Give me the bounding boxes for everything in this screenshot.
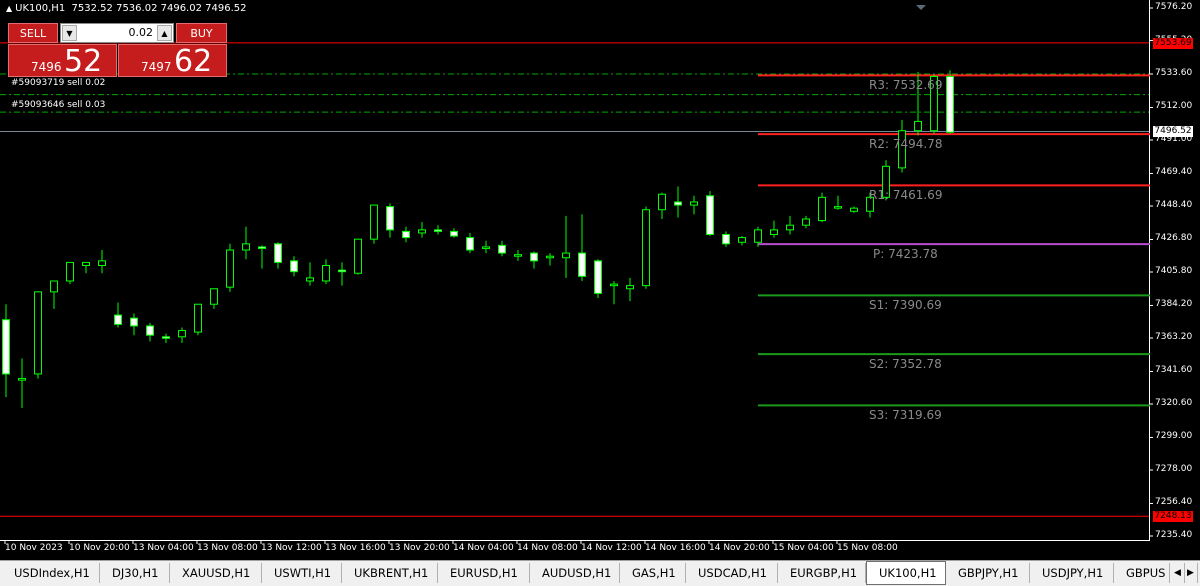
buy-price-button[interactable]: 7497 62 (118, 44, 227, 79)
order-label[interactable]: #59093646 sell 0.03 (11, 100, 105, 110)
chart-header: ▲ UK100,H1 7532.52 7536.02 7496.02 7496.5… (6, 3, 247, 14)
x-tick-label: 10 Nov 2023 (5, 543, 63, 553)
tab-eurgbp[interactable]: EURGBP,H1 (778, 563, 866, 583)
candle (818, 192, 826, 223)
sell-button[interactable]: SELL (8, 23, 58, 43)
tab-eurusd[interactable]: EURUSD,H1 (438, 563, 530, 583)
y-tick-label: 7448.40 (1155, 200, 1193, 210)
x-tick-label: 13 Nov 04:00 (133, 543, 194, 553)
y-tick-label: 7235.40 (1155, 530, 1193, 540)
lot-size-field[interactable]: ▼ 0.02 ▲ (60, 23, 174, 43)
x-tick-label: 13 Nov 16:00 (325, 543, 386, 553)
tab-usdindex[interactable]: USDIndex,H1 (2, 563, 100, 583)
y-tick-label: 7256.40 (1155, 497, 1193, 508)
tab-scroll-right-icon[interactable]: ▶ (1185, 563, 1198, 583)
tab-dj30[interactable]: DJ30,H1 (100, 563, 170, 583)
candle (34, 291, 42, 379)
y-tick-label: 7426.80 (1155, 233, 1193, 244)
x-tick-label: 14 Nov 16:00 (645, 543, 706, 553)
x-tick-label: 14 Nov 12:00 (581, 543, 642, 553)
y-tick-label: 7320.60 (1155, 398, 1193, 408)
pivot-label: R3: 7532.69 (869, 78, 943, 93)
pivot-label: S2: 7352.78 (869, 357, 942, 372)
y-tick-label: 7363.20 (1155, 332, 1193, 342)
tab-gbpus[interactable]: GBPUS (1114, 563, 1170, 583)
ohlc-values: 7532.52 7536.02 7496.02 7496.52 (71, 3, 247, 14)
y-tick-label: 7341.60 (1155, 365, 1193, 376)
collapse-triangle-icon[interactable]: ▲ (6, 4, 12, 13)
x-tick-label: 13 Nov 12:00 (261, 543, 322, 553)
tab-usdjpy[interactable]: USDJPY,H1 (1030, 563, 1114, 583)
one-click-trading-panel: SELL ▼ 0.02 ▲ BUY 7496 52 7497 62 (8, 23, 228, 79)
buy-price-points: 62 (174, 44, 213, 79)
y-tick-label: 7405.80 (1155, 266, 1193, 276)
price-tag: 7248.13 (1153, 511, 1193, 523)
sell-price-button[interactable]: 7496 52 (8, 44, 117, 79)
pivot-label: R1: 7461.69 (869, 188, 943, 203)
buy-price-main: 7497 (141, 60, 172, 74)
price-tag: 7496.52 (1153, 126, 1193, 138)
x-tick-label: 13 Nov 20:00 (389, 543, 450, 553)
x-tick-label: 14 Nov 04:00 (453, 543, 514, 553)
lot-increase-icon[interactable]: ▲ (157, 25, 172, 41)
tab-audusd[interactable]: AUDUSD,H1 (530, 563, 620, 583)
y-tick-label: 7299.00 (1155, 431, 1193, 442)
candle (226, 243, 234, 292)
x-tick-label: 15 Nov 08:00 (837, 543, 898, 553)
sell-price-main: 7496 (31, 60, 62, 74)
x-tick-label: 14 Nov 08:00 (517, 543, 578, 553)
tab-ukbrent[interactable]: UKBRENT,H1 (342, 563, 438, 583)
candle (594, 259, 602, 299)
pivot-label: P: 7423.78 (873, 247, 938, 262)
x-tick-label: 10 Nov 20:00 (69, 543, 130, 553)
price-chart[interactable] (0, 0, 1200, 560)
lot-decrease-icon[interactable]: ▼ (62, 25, 77, 41)
y-tick-label: 7278.00 (1155, 464, 1193, 474)
tab-scroll-left-icon[interactable]: ◀ (1172, 563, 1185, 583)
y-tick-label: 7469.40 (1155, 167, 1193, 178)
candle (354, 238, 362, 275)
lot-size-value[interactable]: 0.02 (129, 26, 154, 39)
tab-usdcad[interactable]: USDCAD,H1 (686, 563, 778, 583)
x-tick-label: 15 Nov 04:00 (773, 543, 834, 553)
y-tick-label: 7512.00 (1155, 101, 1193, 112)
candle (642, 206, 650, 289)
tab-uswti[interactable]: USWTI,H1 (262, 563, 342, 583)
y-tick-label: 7533.60 (1155, 68, 1193, 78)
tab-gas[interactable]: GAS,H1 (620, 563, 686, 583)
tab-uk100[interactable]: UK100,H1 (866, 561, 946, 585)
symbol-label: UK100,H1 (15, 3, 66, 14)
candle (66, 261, 74, 285)
tab-gbpjpy[interactable]: GBPJPY,H1 (946, 563, 1030, 583)
candle (370, 204, 378, 244)
sell-price-points: 52 (64, 44, 103, 79)
tab-xauusd[interactable]: XAUUSD,H1 (170, 563, 262, 583)
x-tick-label: 13 Nov 08:00 (197, 543, 258, 553)
chart-tabs-bar: USDIndex,H1 DJ30,H1 XAUUSD,H1 USWTI,H1 U… (0, 560, 1200, 586)
pivot-label: S1: 7390.69 (869, 298, 942, 313)
price-tag: 7553.69 (1153, 37, 1193, 49)
order-label[interactable]: #59093719 sell 0.02 (11, 78, 105, 88)
pivot-label: R2: 7494.78 (869, 137, 943, 152)
candle (946, 70, 954, 134)
y-tick-label: 7576.20 (1155, 2, 1193, 12)
candle (194, 303, 202, 336)
pivot-label: S3: 7319.69 (869, 408, 942, 423)
y-tick-label: 7384.20 (1155, 299, 1193, 310)
buy-button[interactable]: BUY (176, 23, 227, 43)
x-tick-label: 14 Nov 20:00 (709, 543, 770, 553)
candle (706, 191, 714, 237)
